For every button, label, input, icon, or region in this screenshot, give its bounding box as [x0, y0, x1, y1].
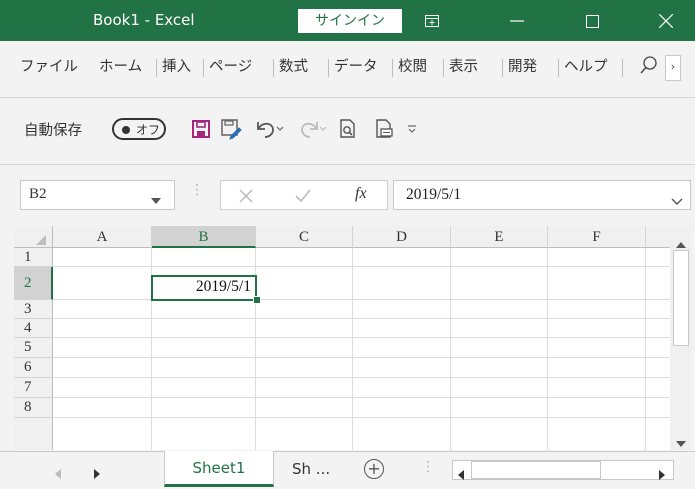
- scroll-down-icon[interactable]: [676, 433, 686, 452]
- formula-bar-grip-icon[interactable]: ⋮: [190, 182, 204, 198]
- column-header-c[interactable]: C: [256, 226, 353, 248]
- column-header-f[interactable]: F: [548, 226, 646, 248]
- signin-button[interactable]: サインイン: [298, 9, 402, 33]
- horizontal-scroll-thumb[interactable]: [471, 461, 601, 479]
- tab-developer[interactable]: 開発: [508, 55, 537, 79]
- gridline: [53, 397, 670, 398]
- print-preview-icon[interactable]: [335, 116, 361, 142]
- cell-b2-value: 2019/5/1: [195, 278, 251, 295]
- gridline: [53, 417, 670, 418]
- confirm-entry-icon: [295, 188, 311, 207]
- name-box[interactable]: B2: [20, 180, 175, 210]
- tab-review[interactable]: 校閲: [398, 55, 427, 79]
- row-header-1[interactable]: 1: [14, 248, 53, 267]
- tab-insert[interactable]: 挿入: [162, 55, 191, 79]
- horizontal-scrollbar[interactable]: [452, 460, 674, 480]
- add-sheet-icon[interactable]: +: [364, 459, 384, 479]
- column-header-a[interactable]: A: [53, 226, 152, 248]
- split-grip-icon[interactable]: ⋮: [421, 459, 435, 475]
- active-cell-b2[interactable]: 2019/5/1: [151, 275, 257, 301]
- tab-formulas[interactable]: 数式: [279, 55, 308, 79]
- worksheet-grid[interactable]: A B C D E F 1 2 3 4 5 6 7 8 2019/5/1: [14, 226, 670, 450]
- save-as-icon[interactable]: [218, 116, 244, 142]
- tab-file[interactable]: ファイル: [20, 55, 78, 79]
- row-header-6[interactable]: 6: [14, 358, 53, 378]
- title-bar: Book1 - Excel サインイン: [0, 0, 695, 41]
- tab-separator: [443, 59, 444, 77]
- tab-help[interactable]: ヘルプ: [564, 55, 608, 79]
- scroll-left-icon[interactable]: [458, 465, 464, 484]
- column-header-partial[interactable]: [646, 226, 670, 248]
- fill-handle[interactable]: [253, 296, 261, 304]
- vertical-scroll-thumb[interactable]: [673, 250, 689, 346]
- redo-dropdown-icon: [316, 116, 330, 142]
- insert-function-button[interactable]: fx: [355, 185, 367, 203]
- save-icon[interactable]: [188, 116, 214, 142]
- name-box-value: B2: [29, 186, 47, 202]
- formula-input[interactable]: 2019/5/1: [393, 180, 691, 210]
- gridline: [645, 248, 646, 450]
- gridline: [53, 377, 670, 378]
- tab-home[interactable]: ホーム: [99, 55, 142, 79]
- tab-data[interactable]: データ: [334, 55, 378, 79]
- sheet-tab-truncated[interactable]: Sh ...: [292, 460, 330, 478]
- gridline: [53, 266, 670, 267]
- row-header-3[interactable]: 3: [14, 300, 53, 319]
- cancel-entry-icon: [239, 188, 253, 207]
- chevron-down-icon[interactable]: [151, 190, 161, 209]
- sheet-prev-icon: [55, 464, 61, 483]
- autosave-toggle[interactable]: オフ: [112, 118, 166, 140]
- sheet-tab-sheet1[interactable]: Sheet1: [164, 451, 274, 487]
- formula-buttons: fx: [220, 180, 388, 210]
- maximize-icon[interactable]: [577, 8, 607, 34]
- tab-separator: [622, 59, 623, 77]
- row-header-partial[interactable]: [14, 418, 53, 450]
- autosave-label: 自動保存: [24, 123, 82, 139]
- minimize-icon[interactable]: [502, 8, 532, 34]
- gridline: [352, 248, 353, 450]
- quick-access-toolbar: 自動保存 オフ: [0, 98, 695, 165]
- gridline: [450, 248, 451, 450]
- tab-separator: [558, 59, 559, 77]
- tabs-scroll-right-icon[interactable]: ›: [665, 55, 681, 81]
- row-header-7[interactable]: 7: [14, 378, 53, 398]
- row-header-2[interactable]: 2: [14, 267, 53, 300]
- close-icon[interactable]: [651, 8, 681, 34]
- tab-separator: [156, 59, 157, 77]
- row-header-4[interactable]: 4: [14, 319, 53, 338]
- row-header-8[interactable]: 8: [14, 398, 53, 418]
- gridline: [53, 318, 670, 319]
- undo-dropdown-icon[interactable]: [273, 116, 287, 142]
- toggle-knob: [122, 126, 130, 134]
- tab-separator: [502, 59, 503, 77]
- window-title: Book1 - Excel: [93, 11, 195, 29]
- sheet-tab-bar: Sheet1 Sh ... + ⋮: [0, 451, 695, 489]
- vertical-scrollbar[interactable]: [670, 226, 692, 450]
- gridline: [53, 299, 670, 300]
- gridline: [53, 337, 670, 338]
- row-header-5[interactable]: 5: [14, 338, 53, 358]
- tab-separator: [203, 59, 204, 77]
- customize-qat-icon[interactable]: [405, 116, 419, 142]
- column-header-d[interactable]: D: [353, 226, 451, 248]
- column-header-b[interactable]: B: [152, 226, 256, 248]
- ribbon-display-options-icon[interactable]: [417, 8, 447, 34]
- tab-separator: [273, 59, 274, 77]
- tab-view[interactable]: 表示: [449, 55, 478, 79]
- tab-separator: [328, 59, 329, 77]
- gridline: [53, 357, 670, 358]
- column-header-e[interactable]: E: [451, 226, 548, 248]
- ribbon-tabs: ファイル ホーム 挿入 ページ 数式 データ 校閲 表示 開発 ヘルプ ›: [0, 41, 695, 98]
- tab-separator: [392, 59, 393, 77]
- tab-page-layout[interactable]: ページ: [209, 55, 252, 79]
- gridline: [547, 248, 548, 450]
- expand-formula-bar-icon[interactable]: [671, 191, 683, 210]
- autosave-toggle-label: オフ: [136, 123, 161, 137]
- formula-value: 2019/5/1: [406, 186, 462, 203]
- print-icon[interactable]: [371, 116, 397, 142]
- select-all-corner[interactable]: [14, 226, 53, 248]
- sheet-next-icon[interactable]: [94, 464, 100, 483]
- search-icon[interactable]: [640, 56, 658, 78]
- scroll-right-icon[interactable]: [659, 465, 665, 484]
